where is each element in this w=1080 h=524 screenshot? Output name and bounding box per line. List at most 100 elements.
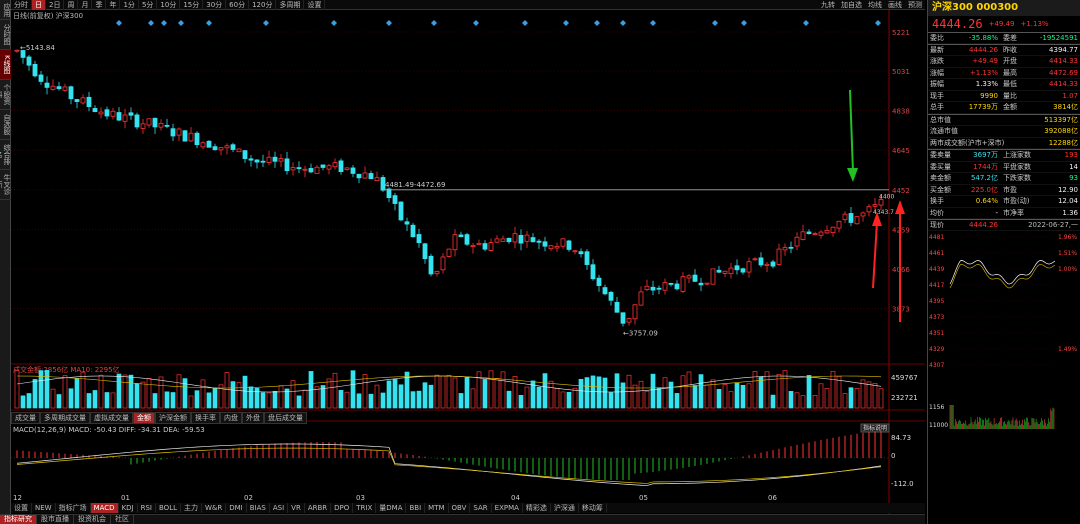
period-tab-2[interactable]: 2日 bbox=[46, 0, 65, 10]
mini-right-tick: 1.49% bbox=[1058, 346, 1077, 353]
volume-bar bbox=[440, 375, 446, 409]
period-tab-1[interactable]: 日 bbox=[32, 0, 46, 10]
mini-left-tick: 4417 bbox=[929, 282, 944, 289]
ind-tab-sar[interactable]: SAR bbox=[470, 503, 492, 513]
volume-bar bbox=[632, 384, 638, 409]
ind-tab-item[interactable]: 指标广场 bbox=[56, 503, 91, 513]
ind-tab-bbi[interactable]: BBI bbox=[406, 503, 426, 513]
candle-body bbox=[536, 240, 542, 243]
ind-tab-macd[interactable]: MACD bbox=[90, 503, 119, 513]
volume-bar bbox=[104, 392, 110, 409]
event-marker bbox=[803, 20, 809, 26]
period-tab-11[interactable]: 30分 bbox=[203, 0, 227, 10]
ind-tab-dpo[interactable]: DPO bbox=[331, 503, 354, 513]
tool-btn-2[interactable]: 均线 bbox=[865, 0, 885, 10]
period-tab-12[interactable]: 60分 bbox=[226, 0, 250, 10]
ind-tab-dma[interactable]: 量DMA bbox=[376, 503, 407, 513]
volume-bar bbox=[824, 388, 830, 409]
volume-bar bbox=[332, 372, 338, 409]
ind-tab-new[interactable]: NEW bbox=[32, 503, 56, 513]
bottom-tab-1[interactable]: 股市直播 bbox=[37, 515, 74, 524]
volume-bar bbox=[776, 373, 782, 409]
mini-right-tick: 1.00% bbox=[1058, 266, 1077, 273]
volume-bar bbox=[740, 384, 746, 409]
bottom-bar: 指标研究 股市直播 投资机会 社区 bbox=[0, 514, 925, 524]
left-tab-5[interactable]: 综合排名 bbox=[0, 140, 11, 170]
ind-tab-dmi[interactable]: DMI bbox=[226, 503, 247, 513]
sub-tab-7[interactable]: 外盘 bbox=[242, 412, 264, 424]
ind-tab-kdj[interactable]: KDJ bbox=[119, 503, 138, 513]
quote-row-value2: 4414.33 bbox=[1049, 57, 1078, 66]
candle-body bbox=[476, 242, 482, 245]
bottom-tab-0[interactable]: 指标研究 bbox=[0, 515, 37, 524]
sub-tab-0[interactable]: 成交量 bbox=[11, 412, 40, 424]
ind-tab-asi[interactable]: ASI bbox=[270, 503, 289, 513]
volume-bar bbox=[224, 372, 230, 409]
mini-left-tick: 4307 bbox=[929, 362, 944, 369]
period-tab-9[interactable]: 10分 bbox=[157, 0, 181, 10]
volume-bar bbox=[188, 395, 194, 409]
ind-tab-obv[interactable]: OBV bbox=[449, 503, 471, 513]
left-tab-6[interactable]: 牛叉诊断 bbox=[0, 170, 11, 200]
left-tab-4[interactable]: 自选股 bbox=[0, 110, 11, 140]
sub-tab-8[interactable]: 盘后成交量 bbox=[264, 412, 307, 424]
tool-btn-3[interactable]: 画线 bbox=[885, 0, 905, 10]
ind-tab-expma[interactable]: EXPMA bbox=[492, 503, 523, 513]
sub-tab-3[interactable]: 金额 bbox=[133, 412, 155, 424]
bottom-tab-3[interactable]: 社区 bbox=[111, 515, 134, 524]
ind-tab-w-r[interactable]: W&R bbox=[202, 503, 227, 513]
tool-btn-1[interactable]: 加自选 bbox=[838, 0, 865, 10]
kline-chart[interactable]: 522150314838464544524259406638734481.49-… bbox=[11, 10, 925, 514]
ind-tab-mtm[interactable]: MTM bbox=[425, 503, 449, 513]
ind-tab-bias[interactable]: BIAS bbox=[247, 503, 270, 513]
ind-tab-item[interactable]: 沪深通 bbox=[551, 503, 579, 513]
period-tab-5[interactable]: 季 bbox=[92, 0, 107, 10]
period-tab-13[interactable]: 120分 bbox=[249, 0, 277, 10]
tool-btn-0[interactable]: 九转 bbox=[818, 0, 838, 10]
ind-tab-vr[interactable]: VR bbox=[288, 503, 305, 513]
left-tab-3[interactable]: 个股资料 bbox=[0, 80, 11, 110]
period-tab-0[interactable]: 分时 bbox=[11, 0, 32, 10]
sub-tab-5[interactable]: 换手率 bbox=[191, 412, 220, 424]
candle-body bbox=[368, 173, 374, 180]
quote-row-label: 涨跌 bbox=[930, 57, 944, 66]
volume-bar bbox=[770, 394, 776, 409]
sub-tab-1[interactable]: 多周期成交量 bbox=[40, 412, 90, 424]
sub-tab-2[interactable]: 虚拟成交量 bbox=[90, 412, 133, 424]
ind-tab-item[interactable]: 主力 bbox=[181, 503, 202, 513]
mini-intraday-chart[interactable]: 4481 4461 4439 4417 4395 4373 4351 4329 4307 1156… bbox=[928, 230, 1080, 431]
depth-row-label: 卖金额 bbox=[930, 174, 951, 183]
volume-bar bbox=[422, 382, 428, 409]
period-tab-7[interactable]: 1分 bbox=[120, 0, 139, 10]
ind-tab-item[interactable]: 精彩选 bbox=[523, 503, 551, 513]
ind-tab-arbr[interactable]: ARBR bbox=[305, 503, 332, 513]
month-label: 04 bbox=[511, 494, 520, 502]
quote-rows-1: 最新 4444.26 昨收 4394.77 涨跌 +49.49 开盘 4414.33 涨幅 +1.… bbox=[928, 43, 1080, 114]
bottom-tab-2[interactable]: 投资机会 bbox=[74, 515, 111, 524]
volume-bar bbox=[20, 395, 26, 409]
volume-bar bbox=[194, 390, 200, 409]
candle-body bbox=[74, 99, 80, 102]
period-tab-14[interactable]: 多周期 bbox=[276, 0, 305, 10]
ind-tab-rsi[interactable]: RSI bbox=[138, 503, 156, 513]
candle-body bbox=[794, 236, 800, 247]
left-tab-1[interactable]: 分时图 bbox=[0, 20, 11, 50]
period-toolbar: 分时日 2日周月季年 1分 5分 10分 15分 30分 60分 120分 多周期 设置 九转 加自选均… bbox=[11, 0, 925, 10]
ind-tab-trix[interactable]: TRIX bbox=[353, 503, 377, 513]
ind-tab-item[interactable]: 移动筹 bbox=[579, 503, 607, 513]
period-tab-15[interactable]: 设置 bbox=[304, 0, 326, 10]
left-tab-2[interactable]: K线图 bbox=[0, 50, 11, 80]
period-tab-6[interactable]: 年 bbox=[106, 0, 121, 10]
candle-body bbox=[764, 263, 770, 266]
period-tab-10[interactable]: 15分 bbox=[180, 0, 204, 10]
ind-tab-item[interactable]: 设置 bbox=[11, 503, 32, 513]
sub-tab-6[interactable]: 内盘 bbox=[220, 412, 242, 424]
ind-tab-boll[interactable]: BOLL bbox=[156, 503, 181, 513]
period-tab-8[interactable]: 5分 bbox=[139, 0, 158, 10]
cap-row-2: 两市成交额(沪市+深市) 12288亿 bbox=[928, 138, 1080, 149]
period-tab-3[interactable]: 周 bbox=[64, 0, 79, 10]
sub-tab-4[interactable]: 沪深金额 bbox=[155, 412, 191, 424]
tool-btn-4[interactable]: 预测 bbox=[905, 0, 925, 10]
period-tab-4[interactable]: 月 bbox=[78, 0, 93, 10]
left-tab-0[interactable]: 应用 bbox=[0, 0, 11, 20]
